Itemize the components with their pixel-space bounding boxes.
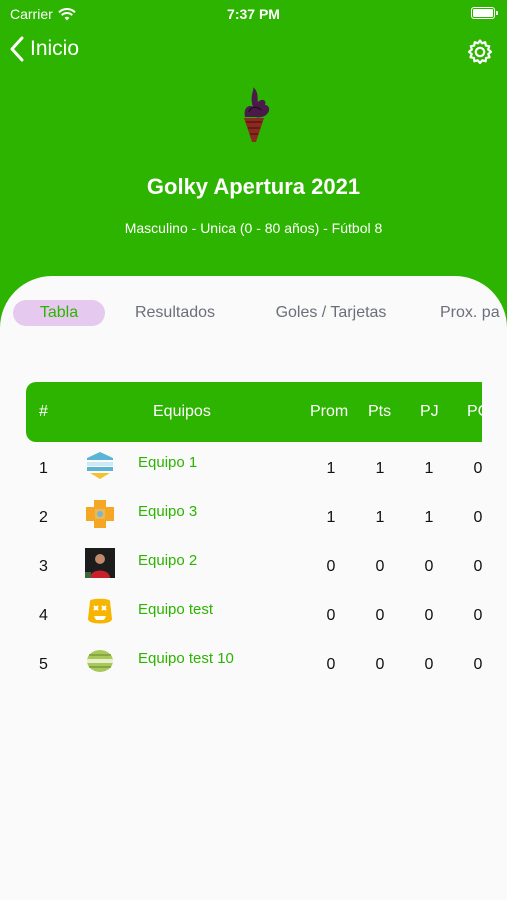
table-row[interactable]: 2 Equipo 3 1 1 1 0 (26, 493, 482, 541)
header-teams: Equipos (153, 403, 211, 420)
row-pj: 0 (424, 656, 434, 673)
row-pts: 0 (375, 558, 385, 575)
gear-icon[interactable] (466, 38, 494, 66)
row-pj: 0 (424, 607, 434, 624)
team-photo-icon (85, 548, 115, 578)
header-pts: Pts (368, 403, 392, 420)
orange-cross-crest-icon (86, 500, 114, 528)
team-name-link[interactable]: Equipo 1 (138, 454, 197, 471)
back-label: Inicio (30, 37, 80, 60)
navigation-bar: Inicio (0, 36, 507, 72)
table-row[interactable]: 5 Equipo test 10 0 0 0 0 (26, 640, 482, 688)
row-position: 2 (39, 509, 48, 526)
header-position: # (39, 403, 48, 420)
tab-prox-partidos[interactable]: Prox. pa (440, 300, 507, 326)
tournament-subtitle: Masculino - Unica (0 - 80 años) - Fútbol… (124, 220, 383, 236)
tab-goles-tarjetas[interactable]: Goles / Tarjetas (262, 300, 400, 326)
clock: 7:37 PM (227, 6, 280, 22)
chevron-left-icon (10, 36, 24, 62)
row-pg: 0 (473, 460, 482, 477)
header-prom: Prom (310, 403, 349, 420)
team-name-link[interactable]: Equipo test 10 (138, 650, 234, 667)
battery-icon (471, 7, 498, 19)
row-pj: 1 (424, 460, 434, 477)
team-name-link[interactable]: Equipo 2 (138, 552, 197, 569)
header-pg: PG (467, 403, 482, 420)
tab-resultados[interactable]: Resultados (124, 300, 226, 326)
status-bar: Carrier 7:37 PM (0, 0, 507, 30)
row-position: 3 (39, 558, 48, 575)
table-row[interactable]: 1 Equipo 1 1 1 1 0 (26, 444, 482, 492)
row-pg: 0 (473, 656, 482, 673)
header-pj: PJ (420, 403, 439, 420)
table-row[interactable]: 3 Equipo 2 0 0 0 0 (26, 542, 482, 590)
striped-shield-icon (87, 452, 113, 479)
row-pg: 0 (473, 509, 482, 526)
row-position: 1 (39, 460, 48, 477)
back-button[interactable]: Inicio (10, 36, 79, 62)
row-position: 4 (39, 607, 48, 624)
row-pg: 0 (473, 558, 482, 575)
row-pj: 0 (424, 558, 434, 575)
row-prom: 1 (326, 460, 336, 477)
yellow-mascot-crest-icon (88, 598, 112, 624)
tab-bar: Tabla Resultados Goles / Tarjetas Prox. … (0, 300, 507, 328)
row-prom: 0 (326, 558, 336, 575)
row-position: 5 (39, 656, 48, 673)
team-name-link[interactable]: Equipo 3 (138, 503, 197, 520)
row-prom: 1 (326, 509, 336, 526)
content-sheet: Tabla Resultados Goles / Tarjetas Prox. … (0, 276, 507, 900)
standings-table: # Equipos Prom Pts PJ PG 1 Equipo 1 1 1 … (26, 382, 482, 692)
tournament-title: Golky Apertura 2021 (146, 174, 361, 199)
table-header: # Equipos Prom Pts PJ PG (26, 382, 482, 442)
row-prom: 0 (326, 656, 336, 673)
table-row[interactable]: 4 Equipo test 0 0 0 0 (26, 591, 482, 639)
tournament-logo (244, 87, 270, 142)
row-pg: 0 (473, 607, 482, 624)
row-pj: 1 (424, 509, 434, 526)
row-pts: 1 (375, 509, 385, 526)
team-name-link[interactable]: Equipo test (138, 601, 213, 618)
green-ball-crest-icon (87, 650, 113, 672)
tab-tabla[interactable]: Tabla (13, 300, 105, 326)
row-pts: 1 (375, 460, 385, 477)
row-prom: 0 (326, 607, 336, 624)
row-pts: 0 (375, 656, 385, 673)
row-pts: 0 (375, 607, 385, 624)
